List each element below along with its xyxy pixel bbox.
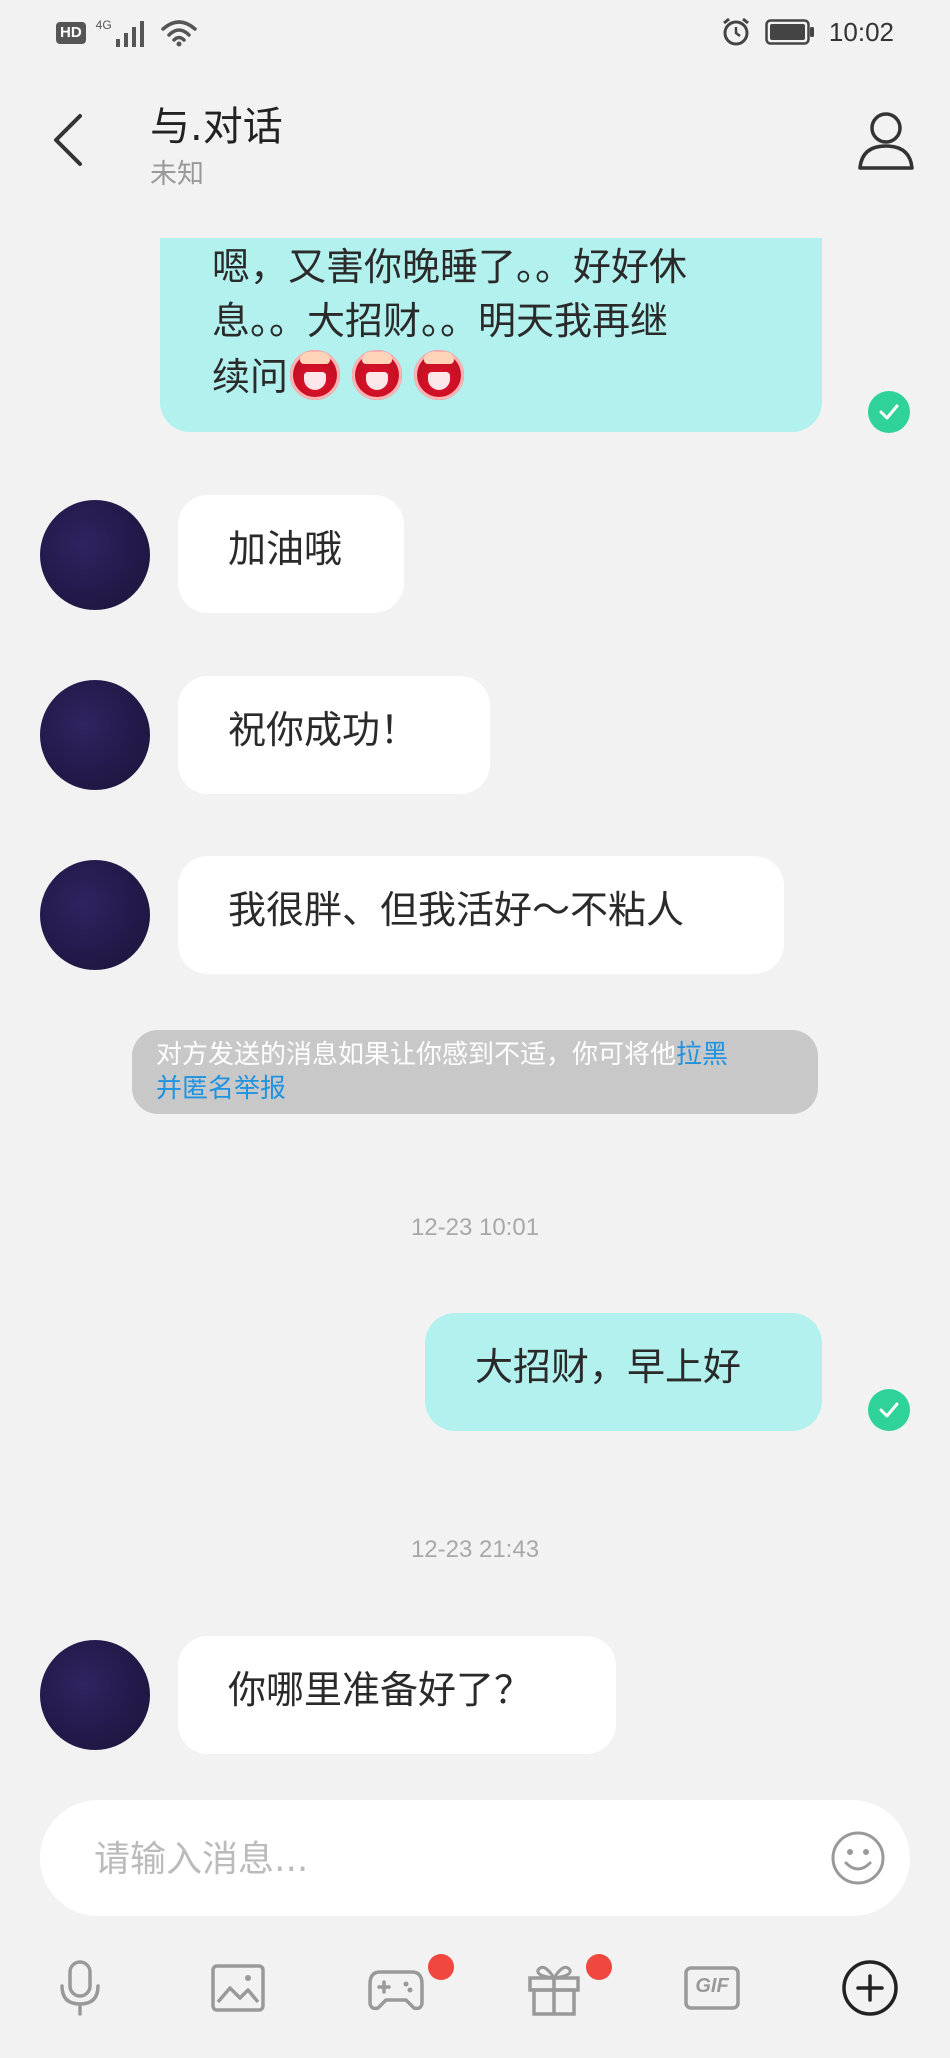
message-bubble-outgoing[interactable]: 嗯，又害你晚睡了。。好好休 息。。大招财。。明天我再继 续问 <box>160 238 822 432</box>
message-text: 你哪里准备好了？ <box>228 1668 533 1712</box>
gif-button[interactable]: GIF <box>682 1958 742 2018</box>
status-bar-left: HD 4G <box>56 18 198 48</box>
message-text: 续问 <box>212 355 289 399</box>
image-button[interactable] <box>208 1958 268 2018</box>
message-text: 大招财，早上好 <box>475 1345 742 1389</box>
message-bubble-incoming[interactable]: 我很胖、但我活好～不粘人 <box>178 856 784 974</box>
timestamp: 12-23 21:43 <box>410 1536 540 1563</box>
status-bar-right: 10:02 <box>721 14 894 50</box>
game-controller-icon <box>368 1970 424 2011</box>
wifi-icon <box>160 20 197 47</box>
block-report-link[interactable]: 并匿名举报 <box>156 1074 286 1104</box>
gift-notification-badge <box>586 1954 612 1980</box>
message-text-line: 息。。大招财。。明天我再继 <box>212 299 669 343</box>
message-bubble-outgoing[interactable]: 大招财，早上好 <box>425 1313 822 1431</box>
image-icon <box>211 1964 265 2012</box>
message-text: 我很胖、但我活好～不粘人 <box>228 888 685 932</box>
message-bubble-incoming[interactable]: 加油哦 <box>178 495 404 613</box>
gift-icon <box>528 1965 580 2016</box>
message-bubble-incoming[interactable]: 你哪里准备好了？ <box>178 1636 616 1754</box>
read-check-icon <box>868 1389 910 1431</box>
message-text-line: 嗯，又害你晚睡了。。好好休 <box>212 245 688 289</box>
safety-notice: 对方发送的消息如果让你感到不适，你可将他拉黑 并匿名举报 <box>132 1030 818 1114</box>
chat-title: 与.对话 <box>150 104 283 150</box>
profile-button[interactable] <box>854 108 918 172</box>
smiley-icon <box>831 1831 885 1885</box>
contact-avatar[interactable] <box>40 500 150 610</box>
more-button[interactable] <box>840 1958 900 2018</box>
message-text-line-with-emoji: 续问 <box>212 350 770 402</box>
message-text: 加油哦 <box>228 527 343 571</box>
network-type-label: 4G <box>95 18 112 32</box>
emoji-button[interactable] <box>830 1830 886 1886</box>
chevron-left-icon <box>54 114 82 166</box>
message-bubble-incoming[interactable]: 祝你成功！ <box>178 676 490 794</box>
block-report-link[interactable]: 拉黑 <box>676 1040 728 1070</box>
contact-avatar[interactable] <box>40 860 150 970</box>
read-check-icon <box>868 391 910 433</box>
laughing-emoji-icon <box>290 350 341 400</box>
battery-icon <box>765 19 814 45</box>
signal-icon <box>115 21 144 47</box>
clock: 10:02 <box>828 16 894 47</box>
laughing-emoji-icon <box>414 350 465 400</box>
person-icon <box>858 112 914 170</box>
notice-text: 对方发送的消息如果让你感到不适，你可将他 <box>156 1040 677 1070</box>
game-notification-badge <box>428 1954 454 1980</box>
contact-avatar[interactable] <box>40 680 150 790</box>
alarm-icon <box>722 17 749 46</box>
message-text: 祝你成功！ <box>228 708 419 752</box>
message-input[interactable] <box>92 1828 796 1890</box>
hd-badge: HD <box>56 22 86 44</box>
chat-subtitle: 未知 <box>150 159 204 190</box>
plus-circle-icon <box>842 1960 898 2016</box>
message-input-bar <box>40 1800 910 1916</box>
game-button[interactable] <box>366 1958 426 2018</box>
voice-button[interactable] <box>50 1958 110 2018</box>
contact-avatar[interactable] <box>40 1640 150 1750</box>
timestamp: 12-23 10:01 <box>410 1214 540 1241</box>
back-button[interactable] <box>48 112 88 168</box>
laughing-emoji-icon <box>352 350 403 400</box>
microphone-icon <box>60 1960 100 2016</box>
gift-button[interactable] <box>524 1958 584 2018</box>
gif-label: GIF <box>695 1975 729 1997</box>
